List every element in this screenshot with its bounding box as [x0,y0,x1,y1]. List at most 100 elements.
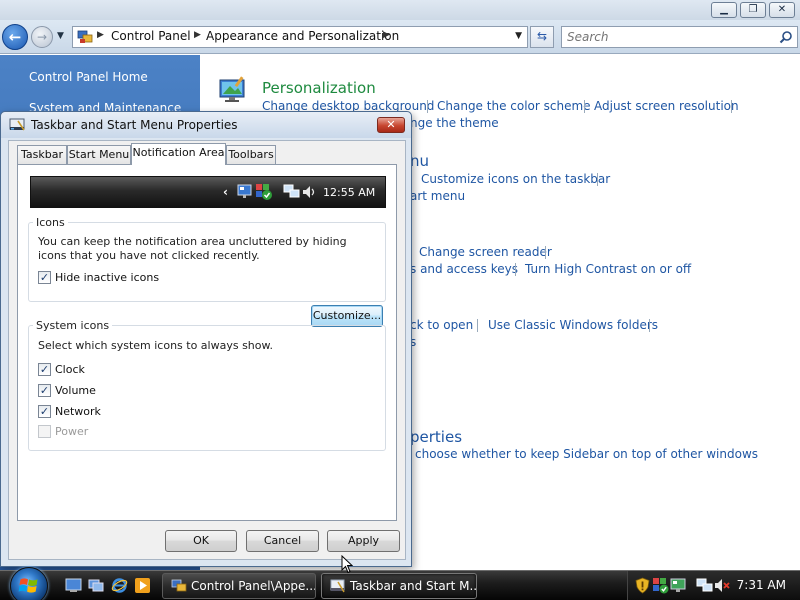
tab-taskbar[interactable]: Taskbar [17,145,67,164]
display-tray-icon[interactable] [670,577,687,594]
keyboard-shortcuts-link[interactable]: s and access keys [410,262,518,276]
address-history-arrow-icon[interactable]: ▼ [515,31,522,41]
taskbar-properties-dialog: Taskbar and Start Menu Properties ✕ Task… [0,111,412,567]
hide-inactive-icons-checkbox[interactable]: ✓ [38,271,51,284]
back-arrow-icon: ← [8,28,22,46]
customize-taskbar-icons-link[interactable]: Customize icons on the taskbar [421,172,610,186]
system-icons-description: Select which system icons to always show… [38,339,273,352]
power-checkbox [38,425,51,438]
restore-icon: ❐ [748,4,758,15]
search-box[interactable] [561,26,798,48]
link-separator [597,173,598,186]
security-center-tray-icon [256,184,272,200]
media-player-icon[interactable] [134,577,151,594]
network-tray-icon [283,184,300,198]
change-color-scheme-link[interactable]: Change the color scheme [437,99,591,113]
customize-start-menu-link[interactable]: art menu [410,189,465,203]
start-button[interactable] [10,567,48,600]
security-center-tray-icon[interactable] [652,577,669,594]
internet-explorer-icon[interactable] [111,577,128,594]
tab-notification-area[interactable]: Notification Area [131,143,226,165]
cancel-button[interactable]: Cancel [246,530,319,552]
tab-start-menu[interactable]: Start Menu [67,145,131,164]
notification-area-panel: ‹ 12:55 AM Icons You can keep the notifi… [17,164,397,521]
control-panel-home-link[interactable]: Control Panel Home [29,70,148,84]
link-separator [584,100,585,113]
notification-area: 7:31 AM [627,571,800,600]
network-checkbox[interactable]: ✓ [38,405,51,418]
forward-arrow-icon: → [36,30,48,44]
mouse-cursor-icon [341,555,353,574]
taskbar-properties-icon [330,579,345,593]
personalization-heading[interactable]: Personalization [262,79,376,97]
network-tray-icon[interactable] [696,577,713,594]
system-icons-group-legend: System icons [36,319,110,332]
volume-checkbox[interactable]: ✓ [38,384,51,397]
breadcrumb-control-panel[interactable]: Control Panel [111,29,191,43]
taskbar-item-control-panel[interactable]: Control Panel\Appe... [162,573,316,599]
display-tray-icon [237,184,252,198]
taskbar-item-taskbar-properties[interactable]: Taskbar and Start M... [321,573,477,599]
clock-label: Clock [55,363,85,376]
click-to-open-link[interactable]: ck to open [410,318,473,332]
taskbar: Control Panel\Appe... Taskbar and Start … [0,567,800,600]
sidebar-options-link[interactable]: choose whether to keep Sidebar on top of… [415,447,758,461]
taskbar-clock[interactable]: 7:31 AM [737,578,786,592]
adjust-screen-resolution-link[interactable]: Adjust screen resolution [594,99,739,113]
maximize-button[interactable]: ❐ [740,2,766,18]
ok-button[interactable]: OK [165,530,237,552]
show-hidden-icons-chevron-icon: ‹ [223,185,228,199]
volume-muted-tray-icon[interactable] [714,577,731,594]
show-desktop-icon[interactable] [65,577,82,594]
link-separator [649,319,650,332]
link-separator [731,100,732,113]
forward-button[interactable]: → [31,26,53,48]
breadcrumb-separator-icon: ▶ [194,30,201,40]
tab-toolbars[interactable]: Toolbars [226,145,276,164]
refresh-button[interactable]: ⇆ [530,26,554,48]
dialog-titlebar[interactable]: Taskbar and Start Menu Properties ✕ [1,112,411,138]
dialog-body: Taskbar Start Menu Notification Area Too… [8,140,406,560]
change-screen-reader-link[interactable]: Change screen reader [419,245,552,259]
link-separator [545,246,546,259]
clock-checkbox[interactable]: ✓ [38,363,51,376]
search-input[interactable] [567,28,767,46]
search-icon[interactable] [779,30,793,44]
dialog-title: Taskbar and Start Menu Properties [31,118,238,132]
classic-folders-link[interactable]: Use Classic Windows folders [488,318,658,332]
control-panel-titlebar: ▁ ❐ ✕ [0,0,800,20]
personalization-icon [219,76,245,102]
back-button[interactable]: ← [2,24,28,50]
change-theme-link[interactable]: nge the theme [410,116,499,130]
breadcrumb-separator-icon: ▶ [97,30,104,40]
link-separator [427,100,428,113]
icons-group-legend: Icons [36,216,65,229]
taskbar-item-label: Taskbar and Start M... [350,579,477,593]
recent-pages-dropdown[interactable]: ▼ [57,31,64,41]
volume-label: Volume [55,384,96,397]
taskbar-start-menu-heading[interactable]: nu [410,152,429,170]
link-separator [477,319,478,332]
security-shield-icon[interactable] [634,577,651,594]
network-label: Network [55,405,101,418]
control-panel-icon [171,579,187,592]
close-window-button[interactable]: ✕ [769,2,795,18]
taskbar-properties-icon [9,118,25,131]
windows-logo-icon [18,578,38,593]
apply-button[interactable]: Apply [327,530,400,552]
breadcrumb-appearance[interactable]: Appearance and Personalization [206,29,399,43]
switch-windows-icon[interactable] [88,577,105,594]
icons-group-description: You can keep the notification area unclu… [38,235,347,262]
taskbar-item-label: Control Panel\Appe... [191,579,316,593]
high-contrast-link[interactable]: Turn High Contrast on or off [525,262,691,276]
address-bar[interactable]: ▶ Control Panel ▶ Appearance and Persona… [72,26,528,48]
breadcrumb-separator-icon: ▶ [383,30,390,40]
link-separator [515,263,516,276]
power-label: Power [55,425,89,438]
minimize-button[interactable]: ▁ [711,2,737,18]
notification-area-preview: ‹ 12:55 AM [30,176,386,208]
dialog-close-button[interactable]: ✕ [377,117,405,133]
sidebar-properties-heading[interactable]: perties [410,428,462,446]
close-icon: ✕ [386,118,396,131]
hide-inactive-icons-label: Hide inactive icons [55,271,160,284]
